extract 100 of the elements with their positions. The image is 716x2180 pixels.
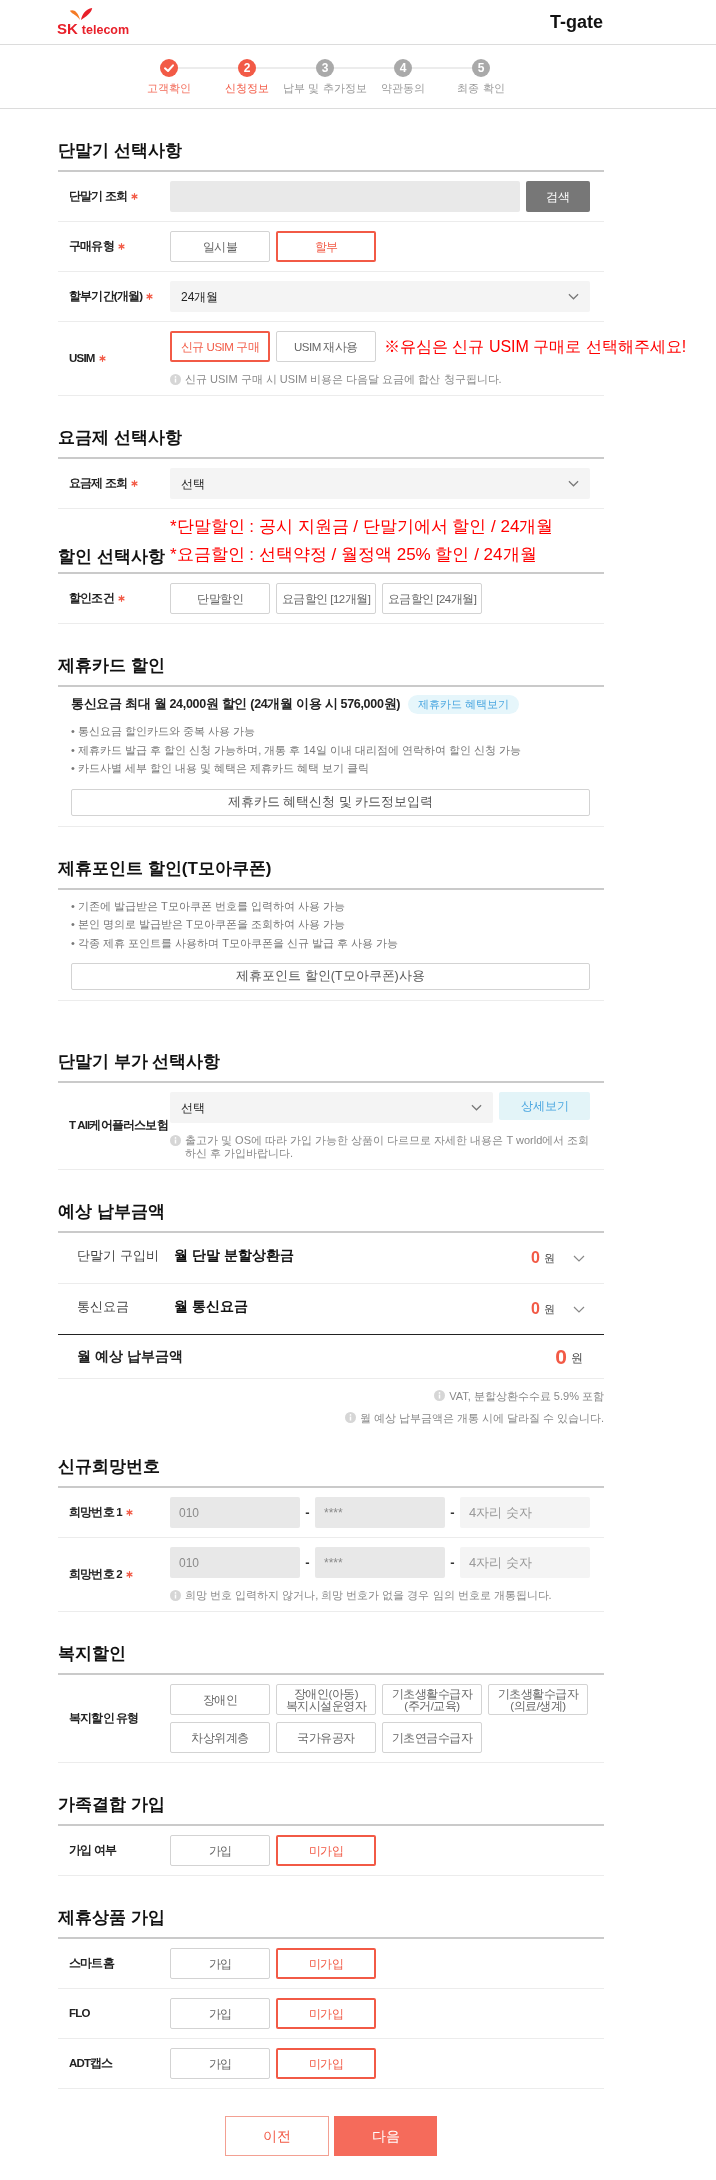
separator-text: -: [449, 1553, 456, 1572]
search-button[interactable]: 검색: [526, 181, 590, 212]
bullet-text: • 각종 제휴 포인트를 사용하며 T모아쿠폰을 신규 발급 후 사용 가능: [71, 935, 400, 951]
dropdown-field[interactable]: 선택: [170, 1092, 493, 1123]
phone-field[interactable]: 4자리 숫자: [460, 1547, 590, 1578]
note-text: 월 예상 납부금액은 개통 시에 달라질 수 있습니다.: [359, 1411, 604, 1425]
choice-button[interactable]: 차상위계층: [170, 1722, 270, 1753]
section-title: 제휴상품 가입: [58, 1907, 166, 1929]
amount-category: 단말기 구입비: [77, 1246, 160, 1265]
note-text: VAT, 분할상환수수료 5.9% 포함: [449, 1389, 604, 1403]
wide-button[interactable]: 제휴카드 혜택신청 및 카드정보입력: [71, 788, 590, 816]
chevron-down-icon: [568, 293, 579, 300]
chevron-down-icon[interactable]: [573, 1305, 585, 1313]
section-title: 단말기 선택사항: [58, 140, 183, 162]
separator-text: -: [304, 1553, 311, 1572]
info-text: 희망 번호 입력하지 않거나, 희망 번호가 없을 경우 임의 번호로 개통됩니다.: [185, 1589, 552, 1602]
field-label: 할부기간(개월): [69, 288, 143, 304]
step-number: 4: [394, 59, 412, 77]
field-label: 단말기 조회: [69, 188, 128, 204]
currency-unit: 원: [544, 1250, 555, 1266]
dropdown-field[interactable]: 선택: [170, 468, 590, 499]
step-number: 3: [316, 59, 334, 77]
field-label: 복지할인 유형: [69, 1710, 139, 1726]
step-label: 고객확인: [147, 81, 191, 95]
chevron-down-icon[interactable]: [573, 1254, 585, 1262]
choice-button[interactable]: 단말할인: [170, 583, 270, 614]
separator-text: -: [449, 1503, 456, 1522]
total-value: 0: [555, 1344, 567, 1369]
info-icon: [170, 374, 181, 385]
field-label: 할인조건: [69, 590, 114, 606]
bullet-text: • 카드사별 세부 할인 내용 및 혜택은 제휴카드 혜택 보기 클릭: [71, 761, 371, 776]
choice-button[interactable]: 미가입: [276, 1998, 376, 2029]
step-label: 신청정보: [225, 81, 269, 95]
choice-button[interactable]: 기초연금수급자: [382, 1722, 482, 1753]
bullet-text: • 본인 명의로 발급받은 T모아쿠폰을 조회하여 사용 가능: [71, 917, 346, 932]
choice-button[interactable]: 가입: [170, 1835, 270, 1866]
total-label: 월 예상 납부금액: [77, 1347, 184, 1366]
section-title: 가족결합 가입: [58, 1794, 166, 1816]
currency-unit: 원: [571, 1350, 583, 1367]
choice-button[interactable]: 기초생활수급자 (주거/교육): [382, 1684, 482, 1715]
chevron-down-icon: [471, 1104, 482, 1111]
field-label: FLO: [69, 2005, 90, 2021]
step-label: 납부 및 추가정보: [283, 81, 367, 95]
benefit-headline: 통신요금 최대 월 24,000원 할인 (24개월 이용 시 576,000원): [71, 696, 401, 713]
separator-text: -: [304, 1503, 311, 1522]
field-label: 희망번호 2: [69, 1566, 122, 1582]
choice-button[interactable]: 요금할인 [12개월]: [276, 583, 376, 614]
chevron-down-icon: [568, 480, 579, 487]
butterfly-icon: [68, 6, 94, 21]
amount-item: 월 단말 분할상환금: [174, 1246, 295, 1265]
choice-button[interactable]: 장애인(아동) 복지시설운영자: [276, 1684, 376, 1715]
section-title: 제휴포인트 할인(T모아쿠폰): [58, 857, 273, 880]
section-title: 요금제 선택사항: [58, 427, 183, 449]
choice-button[interactable]: 가입: [170, 1948, 270, 1979]
choice-button[interactable]: USIM 재사용: [276, 331, 376, 362]
wide-button[interactable]: 제휴포인트 할인(T모아쿠폰)사용: [71, 963, 590, 990]
field-label: T All케어플러스보험: [69, 1118, 168, 1134]
info-text: 신규 USIM 구매 시 USIM 비용은 다음달 요금에 합산 청구됩니다.: [185, 373, 502, 386]
amount-value: 0: [531, 1248, 540, 1268]
section-title: 할인 선택사항: [58, 546, 166, 568]
step-label: 최종 확인: [457, 81, 505, 95]
choice-button[interactable]: 신규 USIM 구매: [170, 331, 270, 362]
section-title: 단말기 부가 선택사항: [58, 1051, 222, 1073]
field-label: 희망번호 1: [69, 1504, 122, 1520]
currency-unit: 원: [544, 1301, 555, 1317]
field-label: 요금제 조회: [69, 475, 128, 491]
choice-button[interactable]: 할부: [276, 231, 376, 262]
info-icon: [344, 1412, 356, 1423]
info-text: 출고가 및 OS에 따라 가입 가능한 상품이 다르므로 자세한 내용은 T world에서 조회하신 후 가입바랍니다.: [185, 1134, 590, 1160]
info-icon: [170, 1590, 181, 1601]
annotation-text: *요금할인 : 선택약정 / 월정액 25% 할인 / 24개월: [170, 544, 538, 566]
step-label: 약관동의: [381, 81, 425, 95]
phone-field[interactable]: 4자리 숫자: [460, 1497, 590, 1528]
logo-initials: SK: [57, 20, 78, 36]
previous-button[interactable]: 이전: [225, 2116, 329, 2156]
section-title: 예상 납부금액: [58, 1201, 166, 1223]
bullet-text: • 제휴카드 발급 후 할인 신청 가능하며, 개통 후 14일 이내 대리점에 연락하여 할인 신청 가능: [71, 742, 522, 758]
section-title: 제휴카드 할인: [58, 655, 166, 677]
section-title: 복지할인: [58, 1643, 127, 1665]
logo-word: telecom: [81, 22, 130, 38]
choice-button[interactable]: 미가입: [276, 2048, 376, 2079]
annotation-text: *단말할인 : 공시 지원금 / 단말기에서 할인 / 24개월: [170, 516, 554, 538]
choice-button[interactable]: 미가입: [276, 1948, 376, 1979]
app-title: T-gate: [550, 10, 603, 34]
section-title: 신규희망번호: [58, 1456, 161, 1478]
field-label: 가입 여부: [69, 1842, 117, 1858]
bullet-text: • 기존에 발급받은 T모아쿠폰 번호를 입력하여 사용 가능: [71, 898, 346, 914]
choice-button[interactable]: 일시불: [170, 231, 270, 262]
step-number: 5: [472, 59, 490, 77]
choice-button[interactable]: 장애인: [170, 1684, 270, 1715]
field-label: 스마트홈: [69, 1955, 114, 1971]
info-icon: [170, 1135, 181, 1146]
choice-button[interactable]: 국가유공자: [276, 1722, 376, 1753]
amount-item: 월 통신요금: [174, 1297, 249, 1316]
choice-button[interactable]: 가입: [170, 2048, 270, 2079]
dropdown-field[interactable]: 24개월: [170, 281, 590, 312]
choice-button[interactable]: 요금할인 [24개월]: [382, 583, 482, 614]
choice-button[interactable]: 가입: [170, 1998, 270, 2029]
choice-button[interactable]: 미가입: [276, 1835, 376, 1866]
choice-button[interactable]: 기초생활수급자 (의료/생계): [488, 1684, 588, 1715]
